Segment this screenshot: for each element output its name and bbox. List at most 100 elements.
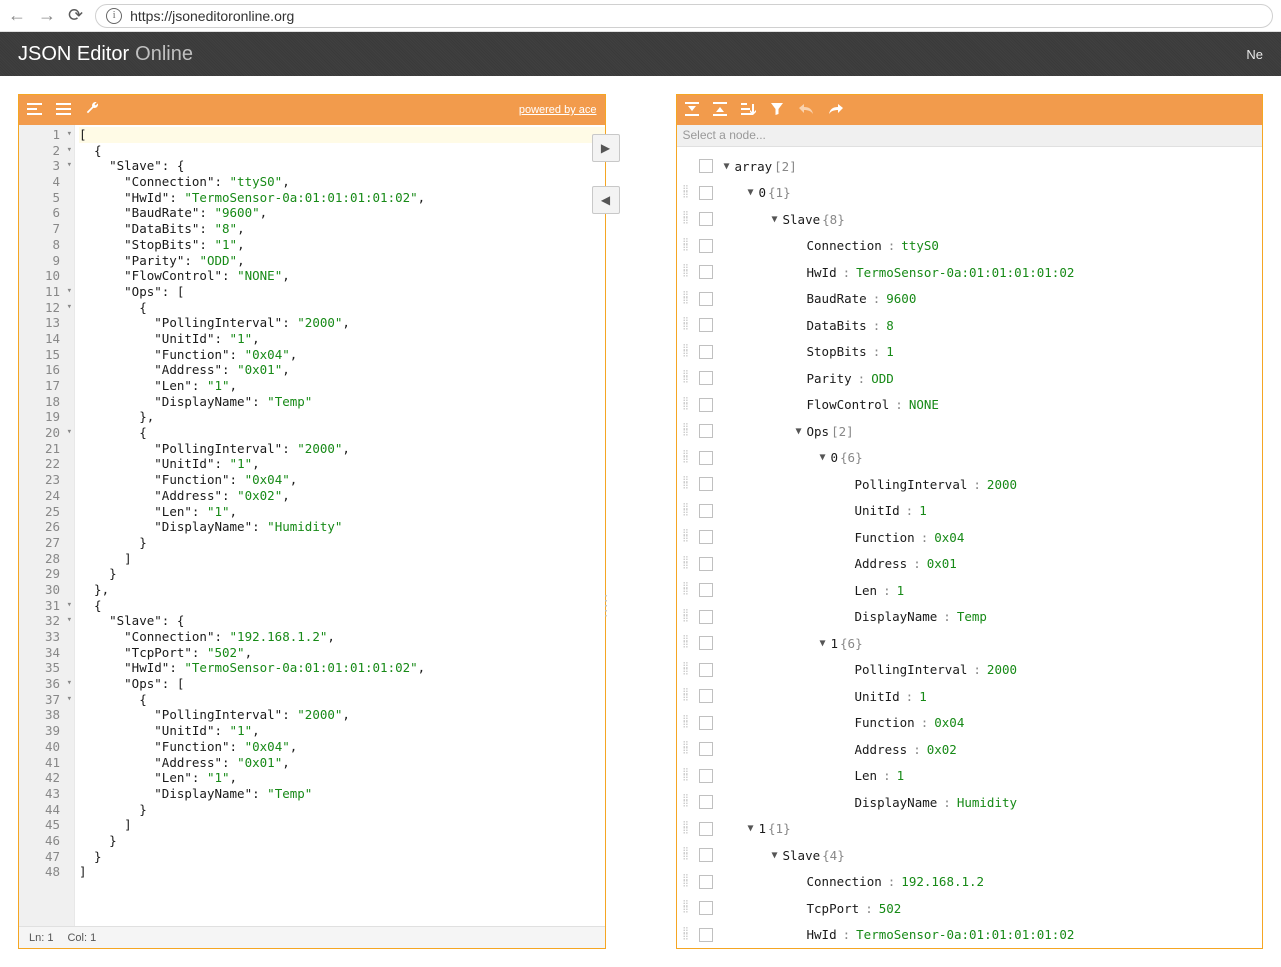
tree-row[interactable]: ▼ PollingInterval:2000 (679, 657, 1261, 684)
tree-key[interactable]: Function (855, 530, 915, 545)
context-menu-button[interactable] (699, 822, 713, 836)
drag-handle-icon[interactable] (679, 638, 693, 648)
drag-handle-icon[interactable] (679, 347, 693, 357)
tree-row[interactable]: ▼ Slave {8} (679, 206, 1261, 233)
context-menu-button[interactable] (699, 504, 713, 518)
tree-row[interactable]: ▼ StopBits:1 (679, 339, 1261, 366)
tree-key[interactable]: Len (855, 583, 878, 598)
tree-value[interactable]: NONE (909, 397, 939, 412)
tree-key[interactable]: Len (855, 768, 878, 783)
tree-value[interactable]: ttyS0 (901, 238, 939, 253)
expand-caret-icon[interactable]: ▼ (745, 187, 757, 198)
tree-row[interactable]: ▼ Parity:ODD (679, 365, 1261, 392)
tree-key[interactable]: Function (855, 715, 915, 730)
tree-key[interactable]: 1 (759, 821, 767, 836)
tree-value[interactable]: TermoSensor-0a:01:01:01:01:02 (856, 265, 1074, 280)
drag-handle-icon[interactable] (679, 294, 693, 304)
tree-key[interactable]: Slave (783, 212, 821, 227)
tree-value[interactable]: TermoSensor-0a:01:01:01:01:02 (856, 927, 1074, 942)
context-menu-button[interactable] (699, 769, 713, 783)
back-button[interactable]: ← (8, 5, 26, 26)
tree-key[interactable]: Connection (807, 238, 882, 253)
tree-row[interactable]: ▼ TcpPort:502 (679, 895, 1261, 922)
tree-row[interactable]: ▼ DataBits:8 (679, 312, 1261, 339)
tree-value[interactable]: Humidity (957, 795, 1017, 810)
compact-icon[interactable] (56, 102, 71, 119)
tree-value[interactable]: 1 (886, 344, 894, 359)
context-menu-button[interactable] (699, 318, 713, 332)
tree-value[interactable]: 9600 (886, 291, 916, 306)
tree-row[interactable]: ▼ array [2] (679, 153, 1261, 180)
expand-all-icon[interactable] (685, 102, 699, 119)
tree-value[interactable]: Temp (957, 609, 987, 624)
tree-value[interactable]: 2000 (987, 662, 1017, 677)
drag-handle-icon[interactable] (679, 214, 693, 224)
tree-key[interactable]: PollingInterval (855, 477, 968, 492)
tree-key[interactable]: DisplayName (855, 609, 938, 624)
drag-handle-icon[interactable] (679, 718, 693, 728)
drag-handle-icon[interactable] (679, 850, 693, 860)
tree-key[interactable]: UnitId (855, 503, 900, 518)
drag-handle-icon[interactable] (679, 691, 693, 701)
address-bar[interactable]: i https://jsoneditoronline.org (95, 4, 1273, 28)
tree-row[interactable]: ▼ 1 {1} (679, 816, 1261, 843)
tree-key[interactable]: HwId (807, 265, 837, 280)
context-menu-button[interactable] (699, 345, 713, 359)
tree-key[interactable]: StopBits (807, 344, 867, 359)
drag-handle-icon[interactable] (679, 267, 693, 277)
context-menu-button[interactable] (699, 901, 713, 915)
context-menu-button[interactable] (699, 848, 713, 862)
drag-handle-icon[interactable] (679, 479, 693, 489)
tree-value[interactable]: 0x02 (927, 742, 957, 757)
tree-key[interactable]: Address (855, 556, 908, 571)
tree-row[interactable]: ▼ Function:0x04 (679, 524, 1261, 551)
context-menu-button[interactable] (699, 742, 713, 756)
forward-button[interactable]: → (38, 5, 56, 26)
sort-icon[interactable] (741, 102, 756, 119)
drag-handle-icon[interactable] (679, 824, 693, 834)
drag-handle-icon[interactable] (679, 188, 693, 198)
tree-value[interactable]: 192.168.1.2 (901, 874, 984, 889)
filter-icon[interactable] (770, 102, 784, 119)
drag-handle-icon[interactable] (679, 797, 693, 807)
tree-key[interactable]: FlowControl (807, 397, 890, 412)
tree-key[interactable]: Parity (807, 371, 852, 386)
copy-right-button[interactable]: ▶ (592, 134, 620, 162)
context-menu-button[interactable] (699, 583, 713, 597)
context-menu-button[interactable] (699, 292, 713, 306)
tree-row[interactable]: ▼ DisplayName:Temp (679, 604, 1261, 631)
drag-handle-icon[interactable] (679, 320, 693, 330)
tree-row[interactable]: ▼ FlowControl:NONE (679, 392, 1261, 419)
tree-key[interactable]: TcpPort (807, 901, 860, 916)
repair-icon[interactable] (85, 101, 99, 119)
tree-row[interactable]: ▼ 1 {6} (679, 630, 1261, 657)
tree-row[interactable]: ▼ DisplayName:Humidity (679, 789, 1261, 816)
drag-handle-icon[interactable] (679, 426, 693, 436)
expand-caret-icon[interactable]: ▼ (793, 426, 805, 437)
splitter-handle[interactable]: ⋮⋮⋮ (599, 598, 612, 613)
drag-handle-icon[interactable] (679, 771, 693, 781)
tree-row[interactable]: ▼ Address:0x01 (679, 551, 1261, 578)
code-body[interactable]: [ { "Slave": { "Connection": "ttyS0", "H… (75, 125, 605, 926)
drag-handle-icon[interactable] (679, 241, 693, 251)
expand-caret-icon[interactable]: ▼ (769, 850, 781, 861)
context-menu-button[interactable] (699, 159, 713, 173)
tree-value[interactable]: 1 (919, 503, 927, 518)
drag-handle-icon[interactable] (679, 585, 693, 595)
drag-handle-icon[interactable] (679, 665, 693, 675)
tree-row[interactable]: ▼ HwId:TermoSensor-0a:01:01:01:01:02 (679, 922, 1261, 949)
context-menu-button[interactable] (699, 371, 713, 385)
drag-handle-icon[interactable] (679, 877, 693, 887)
tree-value[interactable]: 1 (897, 583, 905, 598)
context-menu-button[interactable] (699, 663, 713, 677)
undo-icon[interactable] (798, 102, 814, 119)
tree-value[interactable]: ODD (871, 371, 894, 386)
tree-row[interactable]: ▼ Connection:192.168.1.2 (679, 869, 1261, 896)
tree-row[interactable]: ▼ UnitId:1 (679, 683, 1261, 710)
format-icon[interactable] (27, 102, 42, 119)
tree-key[interactable]: UnitId (855, 689, 900, 704)
tree-value[interactable]: 2000 (987, 477, 1017, 492)
context-menu-button[interactable] (699, 610, 713, 624)
tree-row[interactable]: ▼ BaudRate:9600 (679, 286, 1261, 313)
tree-row[interactable]: ▼ Function:0x04 (679, 710, 1261, 737)
